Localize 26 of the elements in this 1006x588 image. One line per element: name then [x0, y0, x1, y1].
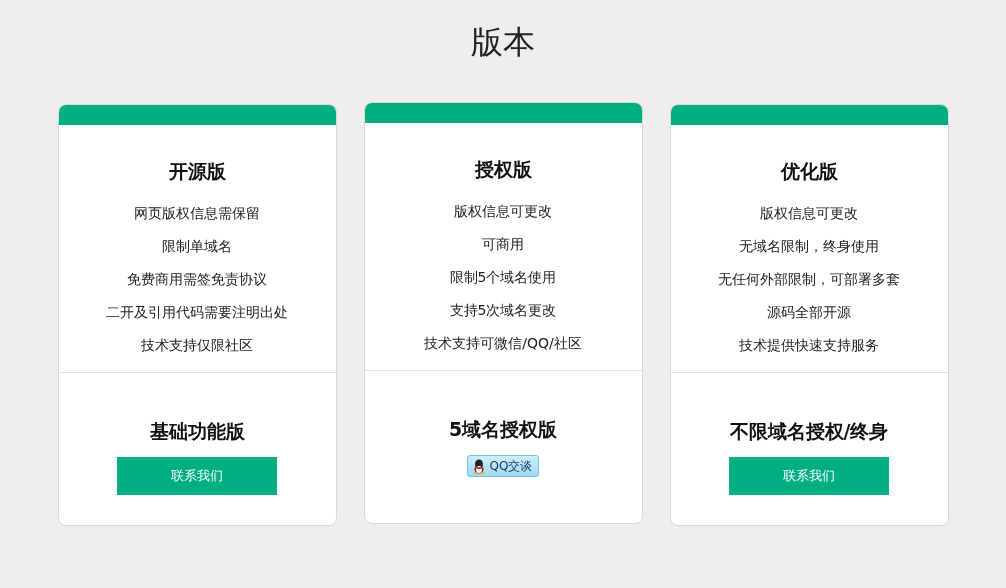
feature-text: 技术支持仅限社区 [141, 336, 253, 355]
penguin-icon [471, 458, 486, 474]
page-title: 版本 [471, 22, 535, 63]
plan-tier-title: 基础功能版 [149, 419, 245, 444]
plan-tier-title: 5域名授权版 [448, 417, 558, 442]
plan-name: 授权版 [474, 157, 532, 182]
feature-text: 版权信息可更改 [760, 204, 858, 223]
feature-text: 技术支持可微信/QQ/社区 [424, 334, 582, 353]
plan-tier-title: 不限域名授权/终身 [729, 419, 889, 444]
feature-text: 技术提供快速支持服务 [739, 336, 879, 355]
contact-button[interactable]: 联系我们 [729, 457, 889, 495]
plan-name: 开源版 [168, 159, 226, 184]
feature-text: 无域名限制，终身使用 [739, 237, 879, 256]
feature-text: 免费商用需签免责协议 [127, 270, 267, 289]
feature-text: 限制单域名 [162, 237, 232, 256]
feature-text: 二开及引用代码需要注明出处 [106, 303, 288, 322]
feature-text: 网页版权信息需保留 [134, 204, 260, 223]
plan-name: 优化版 [780, 159, 838, 184]
chat-button[interactable]: QQ交谈 [466, 455, 540, 477]
feature-text: 可商用 [482, 235, 524, 254]
feature-text: 无任何外部限制，可部署多套 [718, 270, 900, 289]
feature-text: 支持5次域名更改 [449, 301, 557, 320]
contact-button[interactable]: 联系我们 [117, 457, 277, 495]
feature-text: 限制5个域名使用 [449, 268, 557, 287]
feature-text: 版权信息可更改 [454, 202, 552, 221]
feature-text: 源码全部开源 [767, 303, 851, 322]
